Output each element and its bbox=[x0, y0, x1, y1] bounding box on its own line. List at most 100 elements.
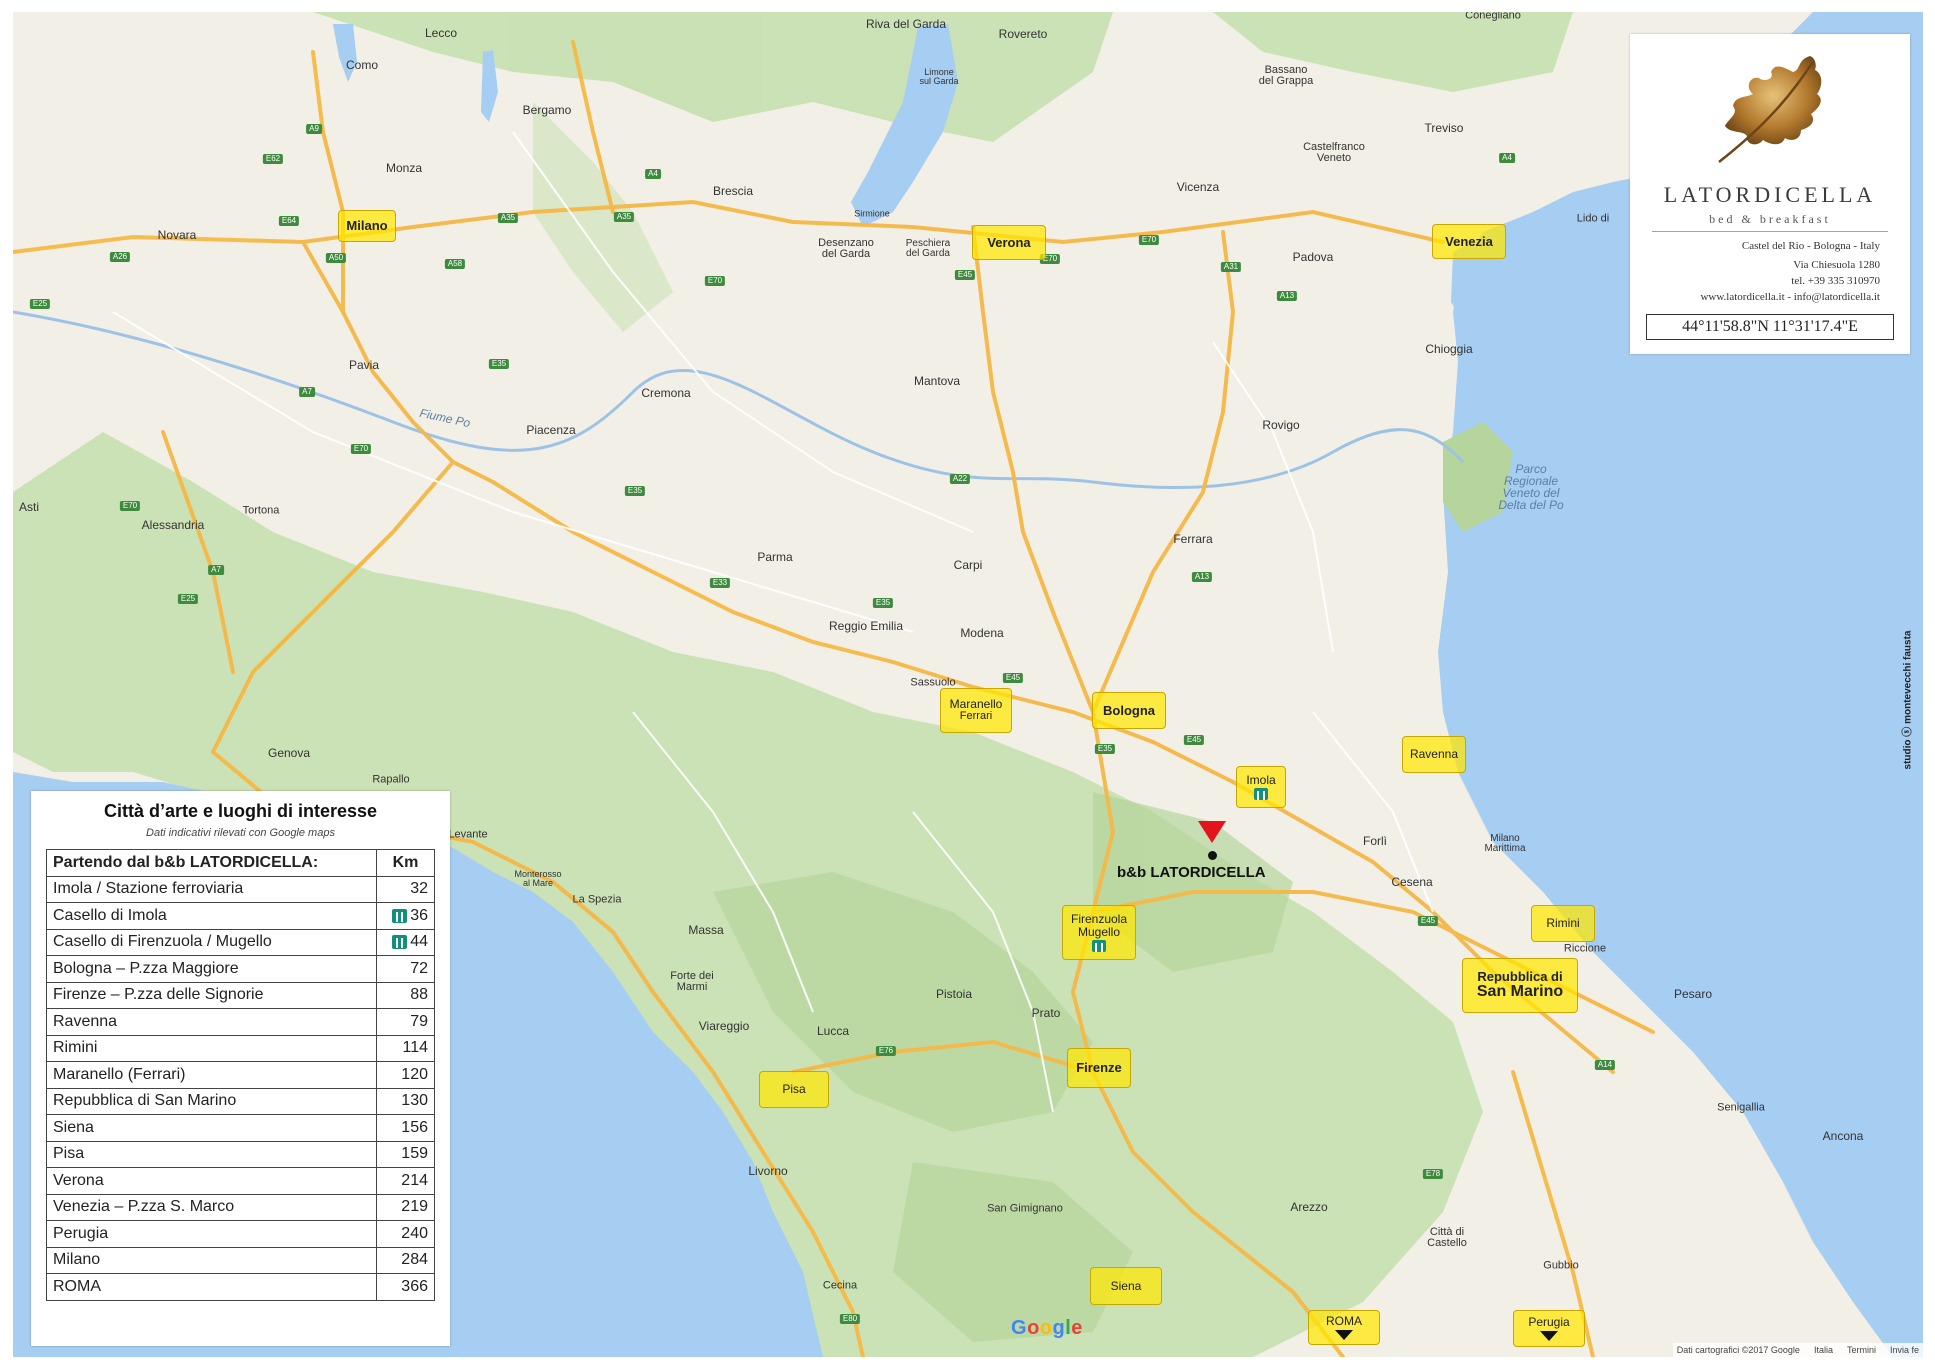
row-km-cell: 114 bbox=[376, 1034, 435, 1062]
road-shield: E78 bbox=[1422, 1169, 1444, 1179]
row-place: Pisa bbox=[46, 1140, 377, 1168]
google-logo-letter: o bbox=[1027, 1317, 1040, 1339]
table-row: Firenze – P.zza delle Signorie 88 bbox=[46, 981, 435, 1009]
city-ferrara: Ferrara bbox=[1173, 532, 1213, 546]
city-bergamo: Bergamo bbox=[522, 103, 572, 117]
city-mantova: Mantova bbox=[913, 374, 961, 388]
brand-name: LATORDICELLA bbox=[1663, 182, 1877, 207]
location-pin-icon[interactable] bbox=[1198, 821, 1226, 843]
highlight-ravenna[interactable]: Ravenna bbox=[1402, 736, 1466, 773]
toll-gate-icon bbox=[392, 908, 408, 923]
highlight-pisa[interactable]: Pisa bbox=[759, 1071, 829, 1108]
attribution-italia[interactable]: Italia bbox=[1814, 1345, 1833, 1355]
row-place: Repubblica di San Marino bbox=[46, 1087, 377, 1115]
city-piacenza: Piacenza bbox=[526, 423, 576, 437]
city-treviso: Treviso bbox=[1424, 121, 1464, 135]
highlight-rimini[interactable]: Rimini bbox=[1531, 905, 1595, 942]
table-row: ROMA 366 bbox=[46, 1273, 435, 1301]
table-row: Ravenna 79 bbox=[46, 1008, 435, 1036]
table-row: Pisa 159 bbox=[46, 1140, 435, 1168]
city-carpi: Carpi bbox=[953, 558, 983, 572]
attribution-feedback[interactable]: Invia fe bbox=[1890, 1345, 1919, 1355]
row-place: Verona bbox=[46, 1167, 377, 1195]
toll-gate-icon bbox=[1254, 788, 1268, 801]
highlight-label: Repubblica di bbox=[1477, 969, 1563, 985]
row-km-cell: 79 bbox=[376, 1008, 435, 1036]
road-shield: A26 bbox=[109, 252, 131, 262]
road-shield: A35 bbox=[613, 212, 635, 222]
table-row: Casello di Firenzuola / Mugello 44 bbox=[46, 928, 435, 956]
header-place: Partendo dal b&b LATORDICELLA: bbox=[46, 849, 377, 877]
row-place: Bologna – P.zza Maggiore bbox=[46, 955, 377, 983]
row-km: 114 bbox=[402, 1039, 428, 1057]
row-km: 79 bbox=[410, 1012, 428, 1030]
city-rovigo: Rovigo bbox=[1262, 418, 1300, 432]
city-massa: Massa bbox=[688, 923, 724, 937]
city-riccione: Riccione bbox=[1563, 942, 1607, 955]
highlight-label: ROMA bbox=[1326, 1314, 1362, 1329]
highlight-siena[interactable]: Siena bbox=[1090, 1267, 1162, 1305]
google-logo-letter: o bbox=[1039, 1317, 1053, 1339]
highlight-perugia[interactable]: Perugia bbox=[1513, 1310, 1585, 1347]
row-km: 284 bbox=[401, 1251, 428, 1269]
google-logo: Google bbox=[1011, 1317, 1083, 1340]
highlight-label: Firenzuola bbox=[1070, 911, 1128, 926]
row-km-cell: 219 bbox=[376, 1193, 435, 1221]
city-sassuolo: Sassuolo bbox=[910, 676, 956, 689]
toll-gate-icon bbox=[1092, 940, 1106, 953]
city-limone: Limone sul Garda bbox=[919, 67, 959, 86]
row-km: 159 bbox=[401, 1145, 428, 1163]
city-ancona: Ancona bbox=[1822, 1129, 1864, 1143]
brand-web-email[interactable]: www.latordicella.it - info@latordicella.… bbox=[1700, 291, 1880, 303]
road-shield: A4 bbox=[645, 169, 661, 179]
city-brescia: Brescia bbox=[712, 184, 754, 198]
table-row: Siena 156 bbox=[46, 1114, 435, 1142]
city-castelfranco: Castelfranco Veneto bbox=[1303, 141, 1365, 164]
road-shield: E35 bbox=[624, 486, 646, 496]
attribution-text: Dati cartografici ©2017 Google bbox=[1676, 1345, 1800, 1355]
city-lido: Lido di bbox=[1576, 212, 1610, 225]
table-row: Casello di Imola 36 bbox=[46, 902, 435, 930]
distance-panel: Città d’arte e luoghi di interesse Dati … bbox=[31, 791, 450, 1346]
logo-card: LATORDICELLA bed & breakfast Castel del … bbox=[1630, 34, 1910, 354]
highlight-sublabel: San Marino bbox=[1476, 982, 1564, 1000]
brand-tagline: bed & breakfast bbox=[1709, 212, 1831, 226]
highlight-label: Imola bbox=[1246, 772, 1276, 787]
parco-delta-label: Parco Regionale Veneto del Delta del Po bbox=[1498, 462, 1564, 512]
highlight-maranello[interactable]: Maranello Ferrari bbox=[940, 688, 1012, 733]
highlight-roma[interactable]: ROMA bbox=[1308, 1310, 1380, 1345]
highlight-imola[interactable]: Imola bbox=[1236, 766, 1286, 808]
road-shield: E45 bbox=[1002, 673, 1024, 683]
city-levante: Levante bbox=[448, 828, 488, 841]
table-row: Verona 214 bbox=[46, 1167, 435, 1195]
panel-title: Città d’arte e luoghi di interesse bbox=[103, 801, 378, 821]
highlight-firenzuola[interactable]: Firenzuola Mugello bbox=[1062, 905, 1136, 960]
row-km: 44 bbox=[410, 933, 428, 951]
highlight-milano[interactable]: Milano bbox=[338, 210, 396, 242]
distance-table: Partendo dal b&b LATORDICELLA: Km Imola … bbox=[46, 849, 435, 1301]
highlight-san-marino[interactable]: Repubblica di San Marino bbox=[1462, 958, 1578, 1013]
road-shield: A13 bbox=[1276, 291, 1298, 301]
row-km-cell: 120 bbox=[376, 1061, 435, 1089]
highlight-venezia[interactable]: Venezia bbox=[1432, 224, 1506, 259]
city-riva: Riva del Garda bbox=[865, 17, 947, 31]
city-modena: Modena bbox=[960, 626, 1004, 640]
highlight-bologna[interactable]: Bologna bbox=[1092, 692, 1166, 729]
attribution-termini[interactable]: Termini bbox=[1847, 1345, 1876, 1355]
highlight-label: Rimini bbox=[1546, 916, 1580, 931]
table-row: Perugia 240 bbox=[46, 1220, 435, 1248]
city-livorno: Livorno bbox=[748, 1164, 788, 1178]
row-place: Firenze – P.zza delle Signorie bbox=[46, 981, 377, 1009]
highlight-sublabel: Mugello bbox=[1077, 924, 1121, 939]
row-km: 240 bbox=[401, 1224, 428, 1242]
highlight-firenze[interactable]: Firenze bbox=[1067, 1048, 1131, 1088]
google-logo-letter: g bbox=[1052, 1317, 1066, 1339]
highlight-verona[interactable]: Verona bbox=[972, 225, 1046, 260]
city-pesaro: Pesaro bbox=[1673, 987, 1713, 1001]
road-shield: E70 bbox=[1138, 235, 1160, 245]
row-km: 32 bbox=[410, 880, 428, 898]
row-km: 156 bbox=[401, 1118, 428, 1136]
table-row: Venezia – P.zza S. Marco 219 bbox=[46, 1193, 435, 1221]
row-km: 366 bbox=[401, 1277, 428, 1295]
row-km-cell: 214 bbox=[376, 1167, 435, 1195]
